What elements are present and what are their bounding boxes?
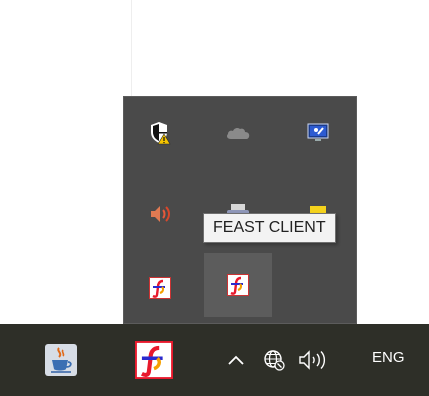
taskbar-app-java[interactable] <box>36 335 86 385</box>
globe-network-icon <box>264 350 285 371</box>
tooltip-text: FEAST CLIENT <box>213 219 326 236</box>
chevron-up-icon <box>228 355 244 365</box>
tray-item-feast-client[interactable] <box>126 256 194 320</box>
network-monitor-icon <box>307 123 329 141</box>
java-icon <box>45 344 77 376</box>
feast-client-icon <box>149 277 171 299</box>
tooltip: FEAST CLIENT <box>203 213 336 243</box>
volume-button[interactable] <box>296 348 330 372</box>
windows-security-warning-icon <box>151 122 171 145</box>
onedrive-icon <box>227 127 250 139</box>
taskbar: ENG <box>0 324 429 396</box>
show-hidden-icons-button[interactable] <box>226 350 246 370</box>
tray-item-feast-client-hovered[interactable] <box>204 253 272 317</box>
network-button[interactable] <box>261 347 287 373</box>
tray-item-onedrive[interactable] <box>204 101 272 165</box>
tray-item-network-monitor[interactable] <box>284 101 352 165</box>
feast-client-icon <box>227 274 249 296</box>
speaker-icon <box>151 206 170 222</box>
tray-item-security[interactable] <box>126 101 194 165</box>
feast-client-icon <box>135 341 173 379</box>
tray-overflow-flyout <box>123 96 357 324</box>
tray-item-speaker[interactable] <box>126 182 194 246</box>
taskbar-app-feast-client[interactable] <box>129 335 179 385</box>
volume-icon <box>299 350 326 370</box>
background-divider <box>131 0 132 96</box>
input-language-indicator[interactable]: ENG <box>372 349 405 366</box>
